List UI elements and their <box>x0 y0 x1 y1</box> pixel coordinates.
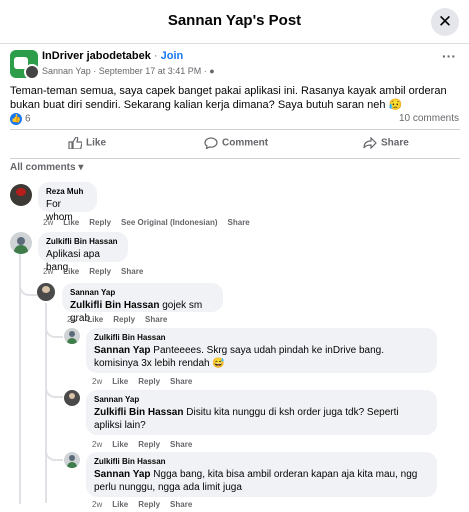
comment-share-link[interactable]: Share <box>121 267 143 276</box>
comment-button[interactable]: Comment <box>204 137 268 149</box>
comment-like-link[interactable]: Like <box>112 440 128 449</box>
comment-meta: 2w Like Reply See Original (Indonesian) Shar… <box>43 218 250 227</box>
comment-author[interactable]: Sannan Yap <box>70 288 215 297</box>
comment-author[interactable]: Reza Muh <box>46 187 89 196</box>
mention-link[interactable]: Zulkifli Bin Hassan <box>94 407 183 418</box>
comment-time[interactable]: 2w <box>92 377 102 386</box>
comment-author[interactable]: Zulkifli Bin Hassan <box>94 457 429 466</box>
comment-bubble: Sannan Yap Zulkifli Bin Hassan gojek sm … <box>62 283 223 324</box>
commenter-avatar[interactable] <box>10 184 32 206</box>
comment-reply-link[interactable]: Reply <box>89 218 111 227</box>
comment-author[interactable]: Zulkifli Bin Hassan <box>46 237 120 246</box>
reaction-count: 6 <box>25 113 31 125</box>
comment-reply-link[interactable]: Reply <box>138 440 160 449</box>
commenter-avatar[interactable] <box>64 390 80 406</box>
see-original-link[interactable]: See Original (Indonesian) <box>121 218 217 227</box>
post-time[interactable]: September 17 at 3:41 PM <box>99 66 202 76</box>
comment-meta: 2w Like Reply Share <box>92 500 192 509</box>
comment-like-link[interactable]: Like <box>112 377 128 386</box>
author-link[interactable]: Sannan Yap <box>42 66 91 76</box>
comment-share-link[interactable]: Share <box>170 440 192 449</box>
comment-icon <box>204 137 218 149</box>
commenter-avatar[interactable] <box>10 232 32 254</box>
comment-author[interactable]: Zulkifli Bin Hassan <box>94 333 429 342</box>
comment-text: Zulkifli Bin Hassan Disitu kita nunggu d… <box>94 407 399 431</box>
comment-time[interactable]: 2w <box>67 315 77 324</box>
comment-time[interactable]: 2w <box>92 500 102 509</box>
dialog-title: Sannan Yap's Post <box>167 12 302 29</box>
share-button[interactable]: Share <box>363 137 409 149</box>
group-name-link[interactable]: InDriver jabodetabek <box>42 50 151 62</box>
comment-share-link[interactable]: Share <box>170 377 192 386</box>
comment-meta: 2w Like Reply Share <box>92 440 192 449</box>
comment-reply-link[interactable]: Reply <box>113 315 135 324</box>
mention-link[interactable]: Sannan Yap <box>94 469 151 480</box>
join-link[interactable]: Join <box>161 50 184 62</box>
mention-link[interactable]: Zulkifli Bin Hassan <box>70 300 159 311</box>
comment-like-link[interactable]: Like <box>63 218 79 227</box>
comment-reply-link[interactable]: Reply <box>138 500 160 509</box>
author-avatar[interactable] <box>24 64 40 80</box>
like-reaction-icon: 👍 <box>10 113 22 125</box>
comment-reply-link[interactable]: Reply <box>138 377 160 386</box>
comment-share-link[interactable]: Share <box>228 218 250 227</box>
comment-bubble: Zulkifli Bin Hassan Sannan Yap Ngga bang… <box>86 452 437 497</box>
comment-meta: 2w Like Reply Share <box>67 315 167 324</box>
comment-bubble: Sannan Yap Zulkifli Bin Hassan Disitu ki… <box>86 390 437 435</box>
comment-time[interactable]: 2w <box>92 440 102 449</box>
comment-share-link[interactable]: Share <box>145 315 167 324</box>
thread-connector <box>45 445 63 461</box>
audience-icon: ● <box>209 66 215 76</box>
commenter-avatar[interactable] <box>64 328 80 344</box>
comment-time[interactable]: 2w <box>43 267 53 276</box>
commenter-avatar[interactable] <box>64 452 80 468</box>
comment-like-link[interactable]: Like <box>112 500 128 509</box>
thread-connector <box>45 382 63 398</box>
comment-meta: 2w Like Reply Share <box>43 267 143 276</box>
comment-bubble: Reza Muh For whom <box>38 182 97 223</box>
comment-reply-link[interactable]: Reply <box>89 267 111 276</box>
comments-count[interactable]: 10 comments <box>399 113 459 124</box>
post-text: Teman-teman semua, saya capek banget pak… <box>10 85 447 111</box>
thread-connector <box>19 280 37 296</box>
comment-time[interactable]: 2w <box>43 218 53 227</box>
close-icon[interactable]: ✕ <box>431 8 459 36</box>
separator: · <box>150 50 161 62</box>
comment-bubble: Zulkifli Bin Hassan Aplikasi apa bang <box>38 232 128 273</box>
group-line: InDriver jabodetabek · Join <box>42 50 183 62</box>
comment-like-link[interactable]: Like <box>87 315 103 324</box>
comments-filter-dropdown[interactable]: All comments ▾ <box>10 162 83 173</box>
comment-meta: 2w Like Reply Share <box>92 377 192 386</box>
comment-like-link[interactable]: Like <box>63 267 79 276</box>
dialog-header: Sannan Yap's Post ✕ <box>0 0 469 44</box>
share-icon <box>363 137 377 149</box>
mention-link[interactable]: Sannan Yap <box>94 345 151 356</box>
commenter-avatar[interactable] <box>37 283 55 301</box>
post-action-bar: Like Comment Share <box>10 129 460 159</box>
more-options-icon[interactable]: ··· <box>442 48 456 64</box>
thread-connector <box>45 322 63 338</box>
like-button[interactable]: Like <box>68 137 106 149</box>
comment-bubble: Zulkifli Bin Hassan Sannan Yap Panteeees… <box>86 328 437 373</box>
thumbs-up-icon <box>68 137 82 149</box>
reaction-summary[interactable]: 👍 6 <box>10 113 31 125</box>
comment-text: Sannan Yap Panteeees. Skrg saya udah pin… <box>94 345 385 369</box>
comment-share-link[interactable]: Share <box>170 500 192 509</box>
post-meta: Sannan Yap · September 17 at 3:41 PM · ● <box>42 66 215 76</box>
post-header: InDriver jabodetabek · Join Sannan Yap ·… <box>10 48 460 80</box>
comment-author[interactable]: Sannan Yap <box>94 395 429 404</box>
comment-text: Sannan Yap Ngga bang, kita bisa ambil or… <box>94 469 418 493</box>
